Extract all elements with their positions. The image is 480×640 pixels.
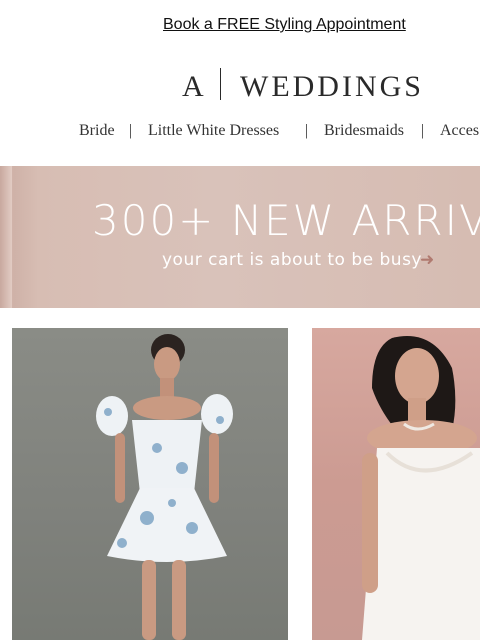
promo-bar: Book a FREE Styling Appointment	[0, 0, 480, 52]
nav-item-bride[interactable]: Bride	[79, 122, 115, 140]
banner-headline: 300+ NEW ARRIVAL	[92, 196, 480, 245]
product-image-blue-floral-mini-dress[interactable]	[12, 328, 288, 640]
nav-item-little-white-dresses[interactable]: Little White Dresses	[148, 122, 279, 140]
model-in-white-lace-dress-illustration	[362, 336, 480, 640]
model-in-blue-floral-dress-illustration	[96, 334, 233, 640]
nav-separator: |	[305, 122, 309, 139]
banner-paper-edge	[0, 166, 12, 308]
main-nav: Bride | Little White Dresses | Bridesmai…	[0, 122, 480, 144]
brand-name: WEDDINGS	[240, 70, 424, 103]
nav-item-bridesmaids[interactable]: Bridesmaids	[324, 122, 404, 140]
logo-divider	[220, 68, 221, 100]
nav-item-accessories[interactable]: Acces	[440, 122, 479, 140]
arrow-right-icon: ➜	[420, 250, 435, 269]
product-image-white-lace-dress[interactable]	[312, 328, 480, 640]
nav-separator: |	[421, 122, 425, 139]
nav-separator: |	[129, 122, 133, 139]
new-arrivals-banner[interactable]: 300+ NEW ARRIVAL your cart is about to b…	[0, 166, 480, 308]
book-styling-appointment-link[interactable]: Book a FREE Styling Appointment	[163, 16, 406, 34]
brand-mark: A	[182, 70, 206, 103]
banner-subline: your cart is about to be busy	[162, 250, 422, 270]
